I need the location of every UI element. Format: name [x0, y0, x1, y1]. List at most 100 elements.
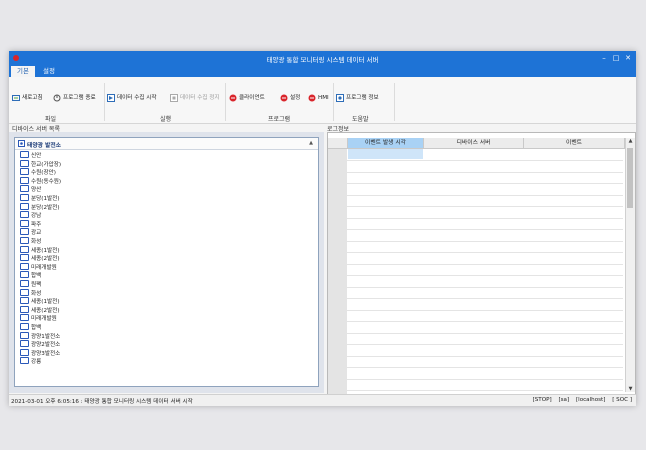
table-row[interactable] — [328, 230, 623, 242]
tree-item-label: 광양3발전소 — [31, 350, 61, 357]
tree-item[interactable]: 강남 — [20, 211, 41, 220]
table-row[interactable] — [328, 345, 623, 357]
tree-item-label: 한교(가압장) — [31, 161, 62, 168]
client-label: 클라이언트 — [239, 95, 265, 101]
column-header-event[interactable]: 이벤트 — [524, 138, 625, 149]
exit-program-button[interactable]: 프로그램 종료 — [53, 93, 96, 103]
scroll-thumb[interactable] — [627, 148, 633, 208]
tree-item-label: 화성 — [31, 239, 42, 245]
settings-label: 설정 — [290, 95, 301, 101]
column-header-device-server[interactable]: 디바이스 서버 — [424, 138, 524, 149]
tree-item-label: 광양2발전소 — [31, 342, 61, 349]
table-row[interactable] — [328, 161, 623, 173]
tree-item[interactable]: 세종(1발전) — [20, 297, 60, 306]
status-user: [sa] — [558, 397, 570, 403]
settings-icon — [280, 94, 288, 101]
table-row[interactable] — [328, 287, 623, 299]
device-tree: 태양광 발전소 ▲ 신안 한교(가압장) 수원(장안) 수원(동수원) 양산 분당(1발전… — [14, 137, 319, 387]
tree-item-label: 분당(1발전) — [31, 196, 60, 202]
tree-item[interactable]: 신안 — [20, 151, 41, 160]
table-row[interactable] — [328, 379, 623, 391]
tree-item-label: 분당(2발전) — [31, 204, 60, 211]
tree-item-label: 세종(1발전) — [31, 247, 60, 254]
table-row[interactable] — [328, 356, 623, 368]
tree-item-label: 합백 — [31, 325, 42, 331]
stop-collection-button[interactable]: 데이터 수집 정지 — [170, 93, 220, 103]
tree-item-label: 세종(2발전) — [31, 256, 60, 263]
program-info-label: 프로그램 정보 — [346, 95, 379, 101]
table-row[interactable] — [328, 172, 623, 184]
tree-item-label: 광양1발전소 — [31, 333, 61, 340]
tree-item-label: 미래개발원 — [31, 316, 57, 323]
tree-item[interactable]: 합백 — [20, 323, 42, 332]
monitor-icon — [20, 305, 29, 313]
status-message: 2021-03-01 오후 6:05:16 : 태양광 통합 모니터링 시스템 … — [11, 399, 193, 405]
column-header-event-time[interactable]: 이벤트 발생 시각 — [348, 138, 424, 149]
tree-item-label: 광교 — [31, 230, 42, 237]
table-row[interactable] — [328, 149, 623, 161]
monitor-icon — [20, 340, 29, 348]
window-title: 태양광 통합 모니터링 시스템 데이터 서버 — [266, 56, 379, 64]
refresh-button[interactable]: 새로고침 — [12, 93, 43, 103]
monitor-icon — [20, 314, 29, 322]
monitor-icon — [20, 194, 29, 201]
refresh-icon — [12, 94, 20, 101]
title-bar: 태양광 통합 모니터링 시스템 데이터 서버 – □ ✕ — [9, 51, 636, 65]
maximize-icon[interactable]: □ — [610, 53, 622, 63]
table-row[interactable] — [328, 264, 623, 276]
log-scrollbar[interactable]: ▲ ▼ — [625, 138, 635, 392]
start-collection-button[interactable]: 데이터 수집 시작 — [107, 93, 157, 103]
monitor-icon — [20, 254, 29, 262]
tab-settings[interactable]: 설정 — [37, 66, 61, 77]
minimize-icon[interactable]: – — [598, 53, 610, 63]
group-label-run: 실행 — [160, 116, 172, 123]
table-row[interactable] — [328, 184, 623, 196]
tree-root[interactable]: 태양광 발전소 ▲ — [15, 138, 318, 150]
table-row[interactable] — [328, 253, 623, 265]
tree-item[interactable]: 광양2발전소 — [20, 340, 61, 349]
table-row[interactable] — [328, 333, 623, 345]
status-host: [localhost] — [575, 397, 606, 403]
table-row[interactable] — [328, 195, 623, 207]
monitor-icon — [20, 271, 29, 279]
tree-item[interactable]: 분당(1발전) — [20, 194, 60, 203]
monitor-icon — [20, 297, 29, 305]
table-row[interactable] — [328, 241, 623, 253]
tree-item[interactable]: 수원(장안) — [20, 168, 56, 177]
table-row[interactable] — [328, 310, 623, 322]
tree-item[interactable]: 강릉 — [20, 357, 42, 366]
tree-item-label: 세종(2발전) — [31, 307, 60, 314]
app-window: 태양광 통합 모니터링 시스템 데이터 서버 – □ ✕ 기본 설정 새로고침 … — [9, 51, 636, 406]
scroll-up-icon[interactable]: ▲ — [626, 138, 635, 144]
table-row[interactable] — [328, 218, 623, 230]
tree-item[interactable]: 화성 — [20, 237, 42, 246]
table-row[interactable] — [328, 322, 623, 334]
monitor-icon — [20, 348, 29, 356]
monitor-icon — [20, 280, 29, 287]
tree-item[interactable]: 원팩 — [20, 280, 42, 289]
table-row[interactable] — [328, 368, 623, 380]
tree-item-label: 양산 — [31, 187, 42, 194]
monitor-icon — [20, 168, 29, 176]
monitor-icon — [20, 211, 29, 219]
close-icon[interactable]: ✕ — [622, 53, 634, 63]
table-row[interactable] — [328, 276, 623, 288]
tree-item-label: 강릉 — [31, 359, 42, 366]
tree-item-label: 합백 — [31, 273, 42, 280]
settings-button[interactable]: 설정 — [280, 93, 300, 103]
table-row[interactable] — [328, 299, 623, 311]
tree-item[interactable]: 세종(2발전) — [20, 254, 60, 263]
hmi-button[interactable]: HMI — [308, 93, 329, 103]
table-row[interactable] — [328, 207, 623, 219]
program-info-button[interactable]: 프로그램 정보 — [336, 93, 379, 103]
monitor-icon — [20, 262, 29, 270]
refresh-label: 새로고침 — [22, 95, 43, 101]
tree-item-label: 원팩 — [31, 282, 42, 288]
data-stop-icon — [170, 93, 178, 102]
client-button[interactable]: 클라이언트 — [229, 93, 265, 103]
tab-basic[interactable]: 기본 — [11, 66, 35, 77]
monitor-icon — [20, 288, 29, 296]
scroll-down-icon[interactable]: ▼ — [626, 386, 635, 392]
monitor-icon — [20, 176, 29, 184]
collapse-icon[interactable]: ▲ — [309, 140, 313, 146]
